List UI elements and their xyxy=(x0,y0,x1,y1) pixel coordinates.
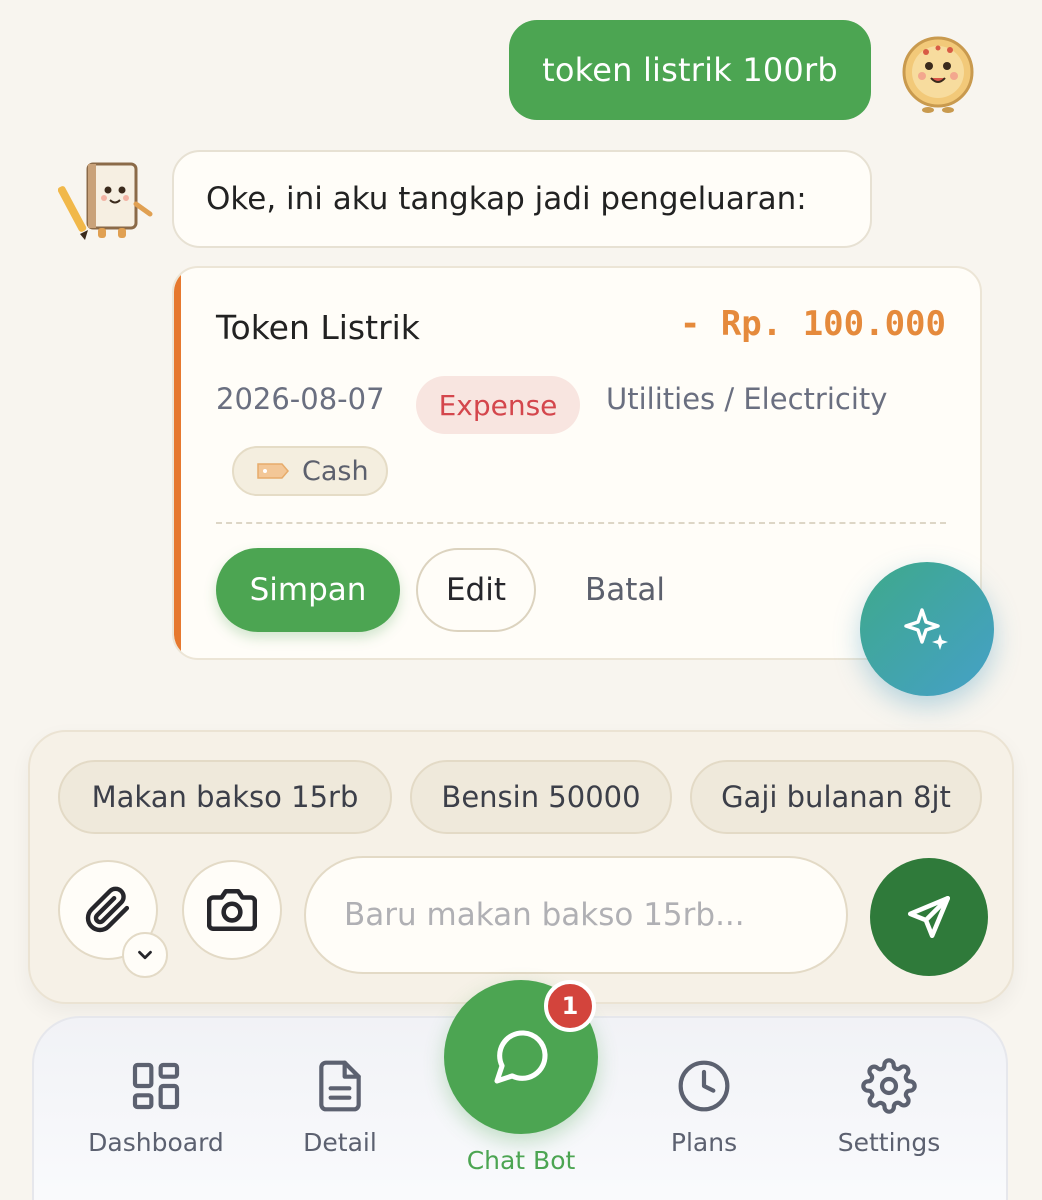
nav-label: Plans xyxy=(670,1128,738,1157)
transaction-type-badge: Expense xyxy=(416,376,580,434)
user-message-bubble: token listrik 100rb xyxy=(509,20,871,120)
nav-label: Dashboard xyxy=(88,1128,224,1157)
send-icon xyxy=(907,895,951,939)
notification-badge: 1 xyxy=(544,980,596,1032)
save-button[interactable]: Simpan xyxy=(216,548,400,632)
nav-label: Settings xyxy=(837,1128,941,1157)
bot-avatar xyxy=(58,162,153,240)
nav-item-detail[interactable]: Detail xyxy=(282,1058,398,1157)
paperclip-icon xyxy=(85,886,130,933)
chevron-down-icon xyxy=(138,950,152,960)
transaction-amount: - Rp. 100.000 xyxy=(679,304,946,344)
attach-options-toggle[interactable] xyxy=(122,932,168,978)
message-composer: Makan bakso 15rb Bensin 50000 Gaji bulan… xyxy=(28,730,1014,1004)
edit-button[interactable]: Edit xyxy=(416,548,536,632)
nav-label-chat-bot: Chat Bot xyxy=(466,1146,576,1175)
dashboard-grid-icon xyxy=(132,1062,180,1110)
bot-message-bubble: Oke, ini aku tangkap jadi pengeluaran: xyxy=(172,150,872,248)
transaction-title: Token Listrik xyxy=(216,308,420,347)
ai-sparkle-button[interactable] xyxy=(860,562,994,696)
transaction-category: Utilities / Electricity xyxy=(606,382,888,416)
chat-bubble-icon xyxy=(494,1030,548,1084)
card-accent-bar xyxy=(174,268,181,658)
suggestion-chip[interactable]: Gaji bulanan 8jt xyxy=(690,760,982,834)
suggestion-chip[interactable]: Bensin 50000 xyxy=(410,760,672,834)
suggestion-chip[interactable]: Makan bakso 15rb xyxy=(58,760,392,834)
tag-icon xyxy=(257,463,289,479)
transaction-preview-card: Token Listrik - Rp. 100.000 2026-08-07 E… xyxy=(172,266,982,660)
gear-icon xyxy=(861,1058,917,1114)
nav-item-dashboard[interactable]: Dashboard xyxy=(86,1058,226,1157)
send-button[interactable] xyxy=(870,858,988,976)
document-icon xyxy=(319,1060,361,1112)
nav-item-plans[interactable]: Plans xyxy=(646,1058,762,1157)
camera-icon xyxy=(207,888,257,932)
message-input[interactable] xyxy=(304,856,848,974)
user-message-text: token listrik 100rb xyxy=(542,51,838,89)
bot-message-text: Oke, ini aku tangkap jadi pengeluaran: xyxy=(206,181,807,217)
clock-icon xyxy=(678,1060,730,1112)
card-divider xyxy=(216,522,946,524)
user-avatar xyxy=(902,36,974,113)
transaction-date: 2026-08-07 xyxy=(216,382,385,416)
payment-method-chip: Cash xyxy=(232,446,388,496)
camera-button[interactable] xyxy=(182,860,282,960)
nav-item-settings[interactable]: Settings xyxy=(824,1058,954,1157)
payment-method-label: Cash xyxy=(302,455,369,487)
sparkle-icon xyxy=(904,608,948,650)
cancel-button[interactable]: Batal xyxy=(564,548,686,632)
nav-label: Detail xyxy=(303,1128,377,1157)
